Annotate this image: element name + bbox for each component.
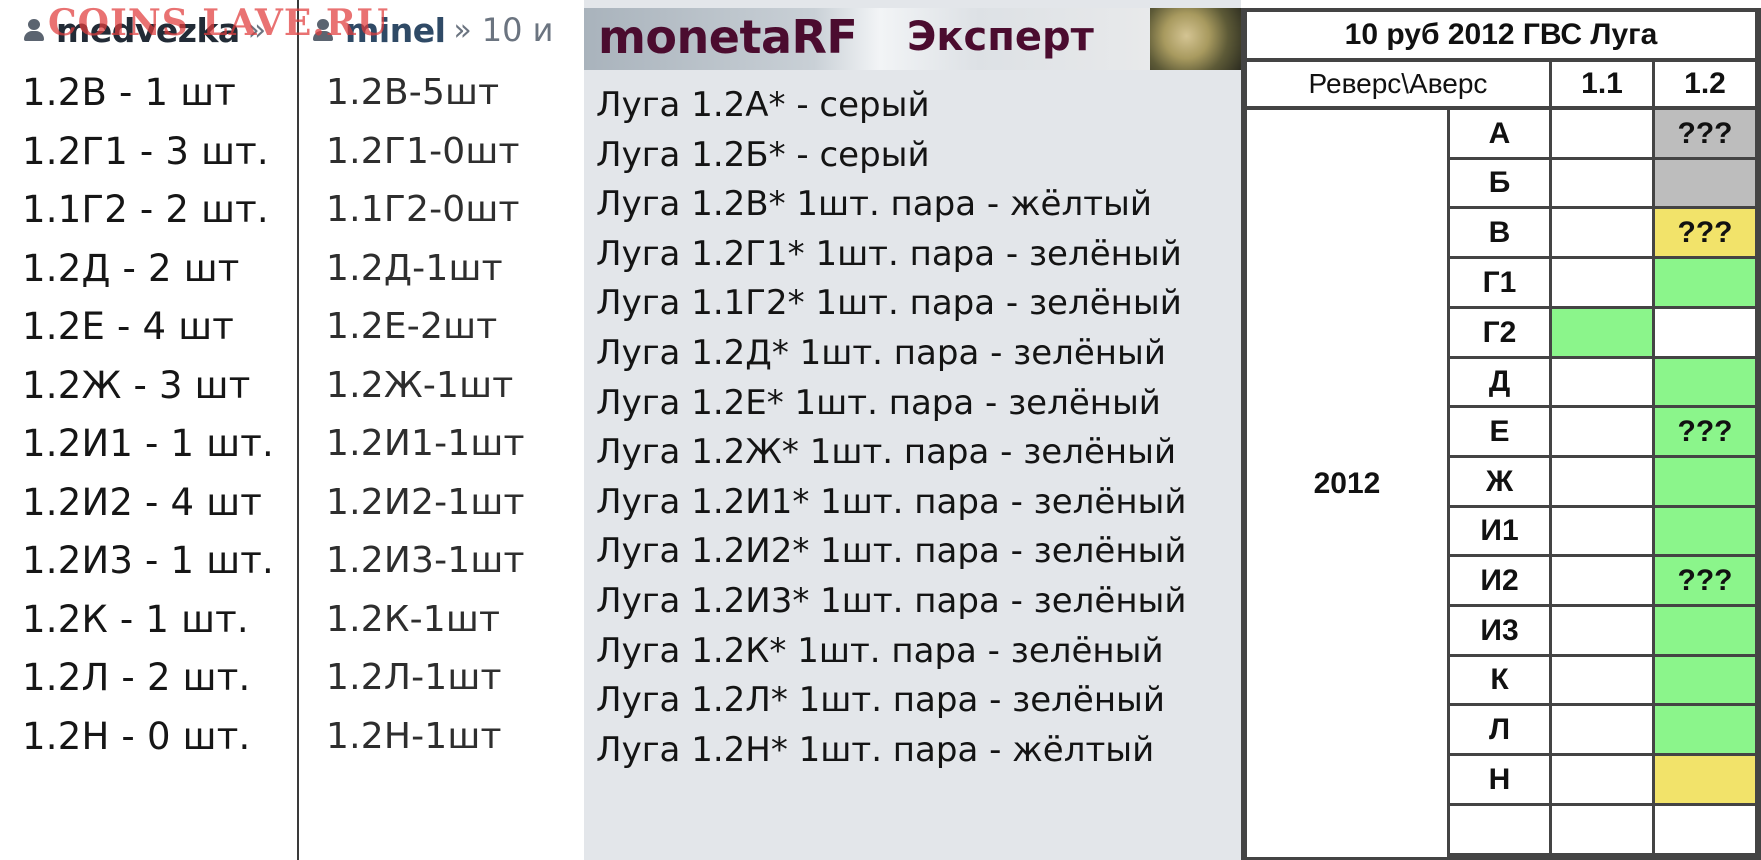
cell-obverse-1-2: [1655, 359, 1755, 405]
table-title: 10 руб 2012 ГВС Луга: [1247, 12, 1755, 58]
list-item: 1.1Г2 - 2 шт.: [22, 188, 269, 231]
list-item: 1.2Е-2шт: [326, 306, 498, 347]
list-item: 1.2К - 1 шт.: [22, 597, 249, 641]
cell-obverse-1-2: ???: [1655, 110, 1755, 157]
cell-obverse-1-2: [1655, 160, 1755, 206]
variety-label: Л: [1450, 706, 1549, 753]
list-item: 1.2Л-1шт: [326, 657, 502, 698]
list-item: Луга 1.1Г2* 1шт. пара - зелёный: [596, 283, 1182, 324]
list-item: 1.2Ж-1шт: [326, 364, 514, 406]
list-item: 1.2И3 - 1 шт.: [22, 539, 275, 582]
expert-banner: monetaRF Эксперт: [584, 8, 1241, 70]
list-item: 1.2Д - 2 шт: [22, 246, 240, 290]
list-item: 1.2Г1-0шт: [326, 130, 520, 172]
list-item: Луга 1.2Е* 1шт. пара - зелёный: [596, 382, 1161, 423]
variety-label: Д: [1450, 359, 1549, 405]
expert-label: Эксперт: [907, 14, 1094, 60]
list-item: Луга 1.2И2* 1шт. пара - зелёный: [596, 531, 1187, 572]
cell-obverse-1-2: ???: [1655, 408, 1755, 455]
list-item: 1.2В-5шт: [326, 72, 500, 113]
cell-obverse-1-1: [1552, 706, 1652, 753]
list-item: Луга 1.2Ж* 1шт. пара - зелёный: [596, 432, 1177, 473]
cell-obverse-1-2: ???: [1655, 209, 1755, 256]
list-item: 1.2Г1 - 3 шт.: [22, 129, 269, 173]
list-item: Луга 1.2Г1* 1шт. пара - зелёный: [596, 233, 1182, 274]
list-item: 1.2И3-1шт: [326, 540, 525, 581]
cell-obverse-1-1: [1552, 607, 1652, 654]
cell-obverse-1-2: [1655, 259, 1755, 306]
list-item: 1.2Л - 2 шт.: [22, 656, 251, 699]
list-item: 1.2Н - 0 шт.: [22, 714, 251, 758]
list-item: 1.2Д-1шт: [326, 247, 503, 289]
cell-obverse-1-2: [1655, 657, 1755, 703]
list-item: 1.2Н-1шт: [326, 715, 502, 757]
variety-label: И2: [1450, 557, 1549, 604]
breadcrumb-separator: »: [453, 12, 472, 48]
cell-obverse-1-2: [1655, 706, 1755, 753]
variety-label: Н: [1450, 756, 1549, 803]
cell-obverse-1-2: [1655, 806, 1755, 853]
list-item: Луга 1.2Н* 1шт. пара - жёлтый: [596, 729, 1155, 770]
header-reverse-obverse: Реверс\Аверс: [1247, 62, 1549, 106]
list-item: 1.2В - 1 шт: [22, 71, 237, 114]
variety-label: Б: [1450, 160, 1549, 206]
cell-obverse-1-1: [1552, 508, 1652, 554]
cell-obverse-1-1: [1552, 657, 1652, 703]
user-icon: [22, 19, 46, 41]
cell-obverse-1-1: [1552, 160, 1652, 206]
cell-obverse-1-2: [1655, 458, 1755, 505]
cell-obverse-1-1: [1552, 557, 1652, 604]
variety-label: А: [1450, 110, 1549, 157]
coin-image: [1150, 8, 1241, 70]
list-item: Луга 1.2И3* 1шт. пара - зелёный: [596, 581, 1187, 621]
header-col-1-2: 1.2: [1655, 62, 1755, 106]
variety-label: Ж: [1450, 458, 1549, 505]
cell-obverse-1-2: [1655, 607, 1755, 654]
list-item: 1.2И2-1шт: [326, 481, 525, 523]
forum-post-minel: minel » 10 и 1.2В-5шт 1.2Г1-0шт 1.1Г2-0шт 1…: [299, 0, 582, 860]
list-item: Луга 1.2К* 1шт. пара - зелёный: [596, 630, 1164, 671]
year-cell: 2012: [1247, 110, 1447, 857]
expert-classification-panel: monetaRF Эксперт Луга 1.2А* - серый Луга …: [584, 0, 1241, 860]
list-item: Луга 1.2Д* 1шт. пара - зелёный: [596, 333, 1166, 373]
list-item: Луга 1.2В* 1шт. пара - жёлтый: [596, 184, 1152, 225]
breadcrumb-topic[interactable]: 10 и: [482, 11, 554, 49]
list-item: 1.2К-1шт: [326, 598, 501, 640]
variety-label: [1450, 806, 1549, 853]
list-item: 1.2И1-1шт: [326, 423, 525, 464]
cell-obverse-1-1: [1552, 756, 1652, 803]
cell-obverse-1-1: [1552, 209, 1652, 256]
list-item: Луга 1.2И1* 1шт. пара - зелёный: [596, 481, 1187, 522]
cell-obverse-1-2: [1655, 756, 1755, 803]
list-item: 1.2Ж - 3 шт: [22, 363, 251, 407]
list-item: Луга 1.2Л* 1шт. пара - зелёный: [596, 680, 1165, 721]
cell-obverse-1-1: [1552, 458, 1652, 505]
cell-obverse-1-1: [1552, 408, 1652, 455]
variety-label: Г1: [1450, 259, 1549, 306]
cell-obverse-1-1: [1552, 110, 1652, 157]
variety-label: И1: [1450, 508, 1549, 554]
list-item: 1.2И1 - 1 шт.: [22, 422, 275, 465]
variety-label: К: [1450, 657, 1549, 703]
list-item: 1.2Е - 4 шт: [22, 305, 235, 348]
header-col-1-1: 1.1: [1552, 62, 1652, 106]
list-item: 1.1Г2-0шт: [326, 189, 520, 230]
variety-label: В: [1450, 209, 1549, 256]
variety-label: Г2: [1450, 309, 1549, 356]
list-item: 1.2И2 - 4 шт: [22, 480, 263, 524]
cell-obverse-1-2: [1655, 508, 1755, 554]
cell-obverse-1-1: [1552, 309, 1652, 356]
cell-obverse-1-2: [1655, 309, 1755, 356]
cell-obverse-1-1: [1552, 806, 1652, 853]
brand-logo[interactable]: monetaRF: [598, 10, 858, 64]
cell-obverse-1-2: ???: [1655, 557, 1755, 604]
variety-label: И3: [1450, 607, 1549, 654]
cell-obverse-1-1: [1552, 259, 1652, 306]
list-item: Луга 1.2А* - серый: [596, 85, 930, 125]
forum-post-medvezka: medvezka » 1.2В - 1 шт 1.2Г1 - 3 шт. 1.1Г2…: [0, 0, 298, 860]
cell-obverse-1-1: [1552, 359, 1652, 405]
list-item: Луга 1.2Б* - серый: [596, 134, 930, 175]
variety-label: Е: [1450, 408, 1549, 455]
site-watermark: COINS LAVE.RU: [48, 2, 390, 44]
